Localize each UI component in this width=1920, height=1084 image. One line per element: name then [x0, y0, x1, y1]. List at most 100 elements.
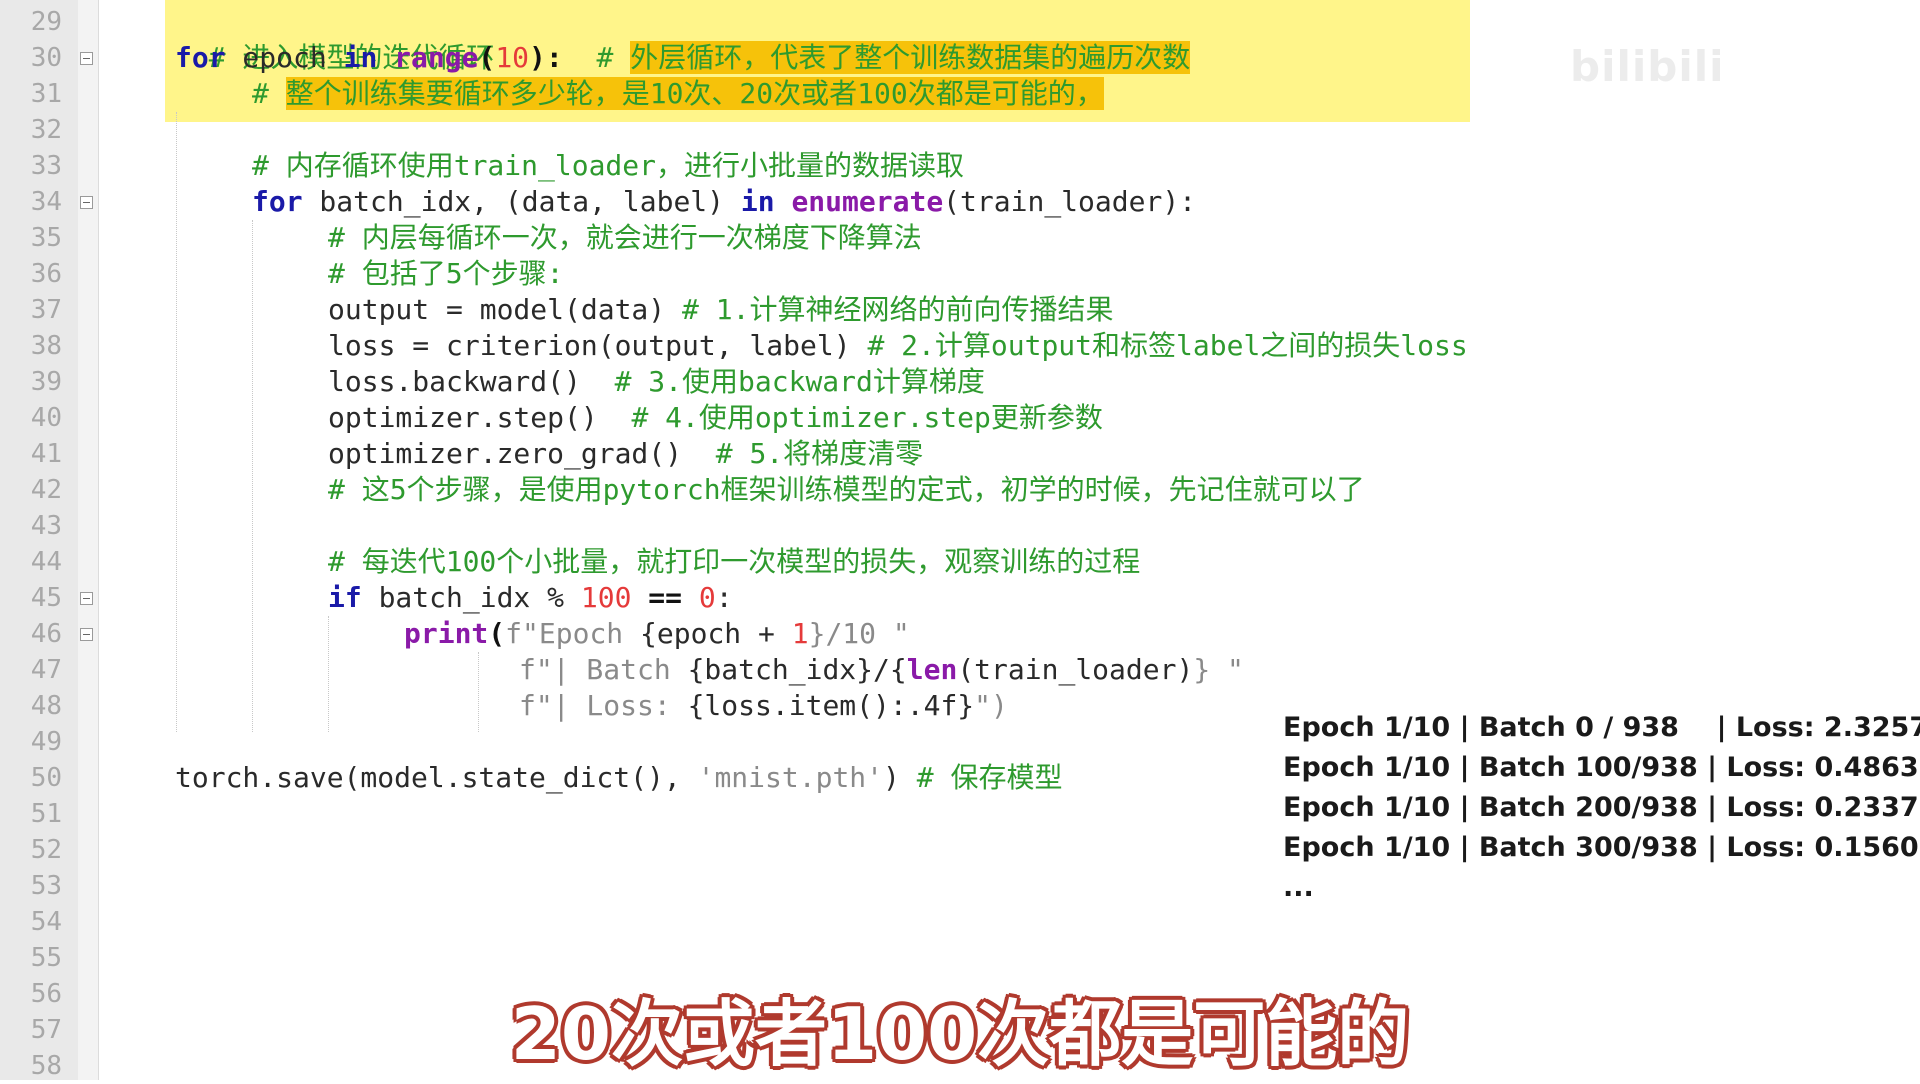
code-line-45[interactable]: if batch_idx % 100 == 0:: [328, 580, 733, 616]
fold-toggle-icon[interactable]: [80, 52, 93, 65]
punctuation: (: [478, 41, 496, 74]
keyword: in: [740, 185, 775, 218]
keyword: in: [343, 41, 378, 74]
line-number: 34: [30, 187, 62, 217]
line-number: 54: [30, 907, 62, 937]
line-number: 31: [30, 79, 62, 109]
code-line-30[interactable]: for epoch in range(10): # 外层循环，代表了整个训练数据…: [175, 40, 1191, 76]
code-line-34[interactable]: for batch_idx, (data, label) in enumerat…: [252, 184, 1196, 220]
line-number: 55: [30, 943, 62, 973]
fold-toggle-icon[interactable]: [80, 628, 93, 641]
bilibili-watermark: bilibili: [1570, 42, 1725, 91]
code-line-37[interactable]: output = model(data) # 1.计算神经网络的前向传播结果: [328, 292, 1113, 328]
number: 100: [580, 581, 632, 614]
indent-guide: [176, 112, 177, 732]
number: 0: [698, 581, 716, 614]
identifier: batch_idx, (data, label): [302, 185, 741, 218]
code-line-48[interactable]: f"| Loss: {loss.item():.4f}"): [519, 688, 1008, 724]
comment: # 这5个步骤，是使用pytorch框架训练模型的定式，初学的时候，先记住就可以…: [328, 473, 1365, 506]
code-line-31[interactable]: # 整个训练集要循环多少轮，是10次、20次或者100次都是可能的，: [252, 76, 1104, 112]
code-line-33[interactable]: # 内存循环使用train_loader，进行小批量的数据读取: [252, 148, 964, 184]
line-number: 53: [30, 871, 62, 901]
code-line-38[interactable]: loss = criterion(output, label) # 2.计算ou…: [328, 328, 1468, 364]
console-output: Epoch 1/10 | Batch 0 / 938 | Loss: 2.325…: [1283, 708, 1920, 908]
code-line-35[interactable]: # 内层每循环一次，就会进行一次梯度下降算法: [328, 220, 922, 256]
comment: # 1.计算神经网络的前向传播结果: [682, 293, 1114, 326]
code-line-47[interactable]: f"| Batch {batch_idx}/{len(train_loader)…: [519, 652, 1244, 688]
expression: {epoch +: [640, 617, 792, 650]
indent-guide: [478, 652, 479, 732]
line-number: 49: [30, 727, 62, 757]
string: "): [974, 689, 1008, 722]
indent-guide: [328, 616, 329, 732]
line-number: 50: [30, 763, 62, 793]
keyword: for: [175, 41, 226, 74]
builtin-function: print: [404, 617, 489, 650]
line-number: 38: [30, 331, 62, 361]
comment: # 包括了5个步骤:: [328, 257, 564, 290]
statement: optimizer.zero_grad(): [328, 437, 716, 470]
comment: #: [562, 41, 631, 74]
punctuation: ): [883, 761, 917, 794]
console-line: Epoch 1/10 | Batch 100/938 | Loss: 0.486…: [1283, 752, 1919, 783]
fold-toggle-icon[interactable]: [80, 592, 93, 605]
comment: # 4.使用optimizer.step更新参数: [631, 401, 1103, 434]
line-number: 51: [30, 799, 62, 829]
code-line-42[interactable]: # 这5个步骤，是使用pytorch框架训练模型的定式，初学的时候，先记住就可以…: [328, 472, 1365, 508]
statement: output = model(data): [328, 293, 683, 326]
code-line-40[interactable]: optimizer.step() # 4.使用optimizer.step更新参…: [328, 400, 1103, 436]
string: f"Epoch: [505, 617, 641, 650]
line-number: 33: [30, 151, 62, 181]
fold-toggle-icon[interactable]: [80, 196, 93, 209]
console-line: Epoch 1/10 | Batch 300/938 | Loss: 0.156…: [1283, 832, 1919, 863]
statement: torch.save(model.state_dict(),: [175, 761, 698, 794]
code-line-39[interactable]: loss.backward() # 3.使用backward计算梯度: [328, 364, 985, 400]
expression: (train_loader): [957, 653, 1194, 686]
string: 'mnist.pth': [697, 761, 884, 794]
string: }/10 ": [808, 617, 910, 650]
statement: optimizer.step(): [328, 401, 632, 434]
code-line-29[interactable]: # 进入模型的迭代循环: [175, 4, 495, 74]
line-number: 39: [30, 367, 62, 397]
comment: # 保存模型: [916, 761, 1063, 794]
line-number: 32: [30, 115, 62, 145]
highlighted-comment: 外层循环，代表了整个训练数据集的遍历次数: [630, 41, 1191, 74]
code-line-41[interactable]: optimizer.zero_grad() # 5.将梯度清零: [328, 436, 923, 472]
fold-column: [78, 0, 99, 1080]
code-line-46[interactable]: print(f"Epoch {epoch + 1}/10 ": [404, 616, 910, 652]
code-line-50[interactable]: torch.save(model.state_dict(), 'mnist.pt…: [175, 760, 1062, 796]
console-line: Epoch 1/10 | Batch 0 / 938 | Loss: 2.325…: [1283, 712, 1920, 743]
line-number: 44: [30, 547, 62, 577]
statement: loss = criterion(output, label): [328, 329, 868, 362]
highlighted-comment: 整个训练集要循环多少轮，是10次、20次或者100次都是可能的，: [285, 77, 1104, 110]
comment: # 内层每循环一次，就会进行一次梯度下降算法: [328, 221, 922, 254]
number: 10: [495, 41, 530, 74]
line-number: 48: [30, 691, 62, 721]
line-number: 40: [30, 403, 62, 433]
expression: {batch_idx}/{: [687, 653, 907, 686]
keyword: if: [328, 581, 362, 614]
comment: #: [252, 77, 286, 110]
punctuation: ):: [529, 41, 563, 74]
console-line: ...: [1283, 872, 1314, 903]
code-line-36[interactable]: # 包括了5个步骤:: [328, 256, 563, 292]
expression: batch_idx %: [361, 581, 581, 614]
identifier: epoch: [225, 41, 344, 74]
indent-guide: [252, 220, 253, 732]
line-number: 41: [30, 439, 62, 469]
line-number: 29: [30, 7, 62, 37]
builtin-function: len: [906, 653, 958, 686]
line-number: 42: [30, 475, 62, 505]
string: f"| Loss:: [519, 689, 688, 722]
code-line-44[interactable]: # 每迭代100个小批量，就打印一次模型的损失，观察训练的过程: [328, 544, 1140, 580]
expression: {loss.item():.4f}: [687, 689, 975, 722]
line-number: 47: [30, 655, 62, 685]
line-number: 45: [30, 583, 62, 613]
arguments: (train_loader):: [943, 185, 1197, 218]
builtin-function: enumerate: [791, 185, 944, 218]
punctuation: :: [715, 581, 733, 614]
builtin-function: range: [394, 41, 479, 74]
punctuation: (: [488, 617, 506, 650]
console-line: Epoch 1/10 | Batch 200/938 | Loss: 0.233…: [1283, 792, 1919, 823]
line-number: 36: [30, 259, 62, 289]
